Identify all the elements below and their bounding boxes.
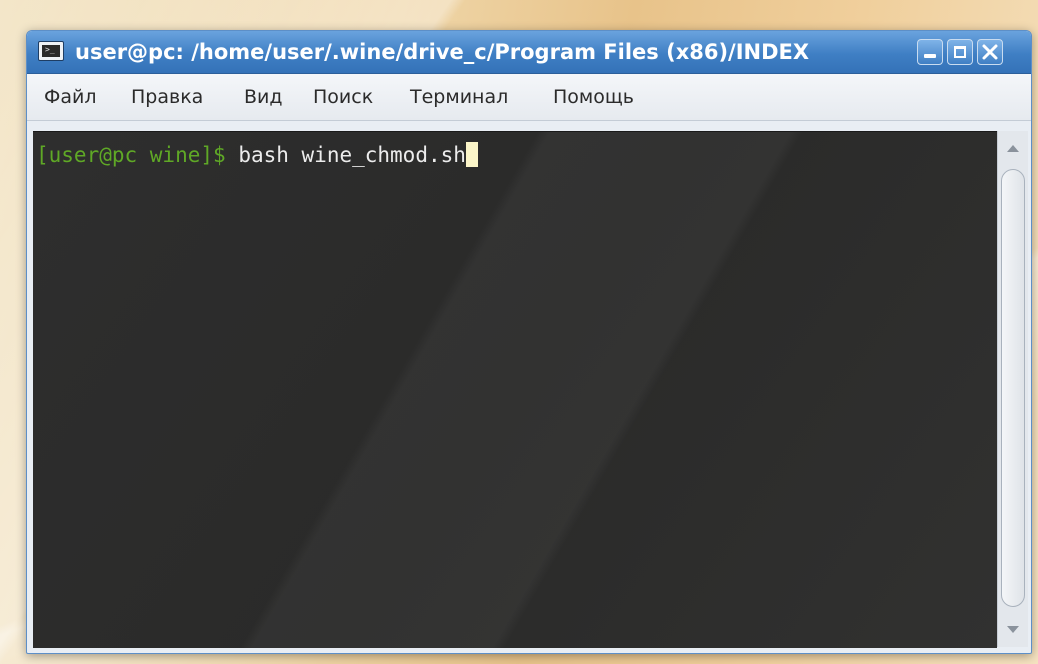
title-bar[interactable]: >_ user@pc: /home/user/.wine/drive_c/Pro… — [27, 31, 1031, 74]
close-icon — [982, 44, 998, 60]
menu-bar: Файл Правка Вид Поиск Терминал Помощь — [27, 74, 1031, 121]
scroll-thumb[interactable] — [1001, 169, 1025, 607]
scroll-down-icon[interactable] — [1007, 626, 1019, 633]
menu-help[interactable]: Помощь — [553, 74, 634, 120]
menu-file[interactable]: Файл — [44, 74, 97, 120]
shell-prompt: [user@pc wine]$ — [36, 143, 226, 167]
close-button[interactable] — [977, 39, 1003, 65]
menu-edit[interactable]: Правка — [131, 74, 203, 120]
command-line: [user@pc wine]$ bash wine_chmod.sh — [36, 142, 478, 168]
terminal-icon: >_ — [38, 41, 64, 61]
text-cursor — [465, 142, 478, 167]
menu-search[interactable]: Поиск — [313, 74, 373, 120]
scroll-up-icon[interactable] — [1007, 145, 1019, 152]
menu-terminal[interactable]: Терминал — [410, 74, 508, 120]
maximize-button[interactable] — [947, 39, 973, 65]
vertical-scrollbar[interactable] — [997, 131, 1028, 647]
minimize-button[interactable] — [917, 39, 943, 65]
menu-view[interactable]: Вид — [244, 74, 283, 120]
window-title: user@pc: /home/user/.wine/drive_c/Progra… — [75, 40, 810, 64]
terminal-window: >_ user@pc: /home/user/.wine/drive_c/Pro… — [26, 30, 1032, 654]
typed-command: bash wine_chmod.sh — [238, 143, 466, 167]
terminal-output[interactable]: [user@pc wine]$ bash wine_chmod.sh — [33, 131, 997, 648]
